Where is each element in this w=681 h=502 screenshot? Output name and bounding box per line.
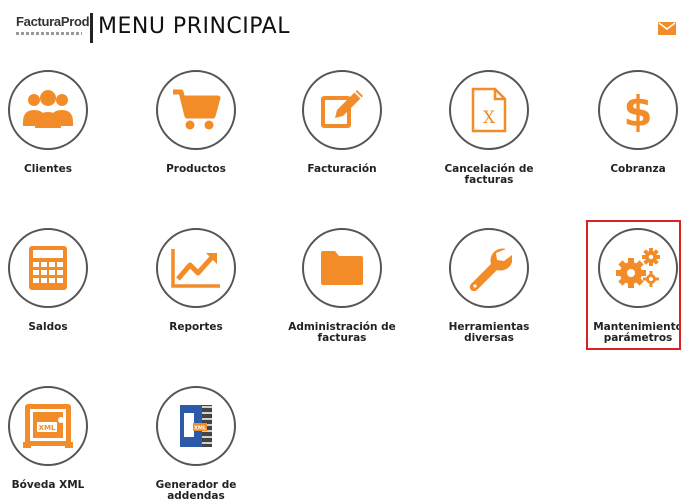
- xml-vault-icon: XML: [23, 404, 73, 448]
- menu-item-label: Saldos: [28, 321, 68, 333]
- edit-icon: [321, 90, 363, 128]
- menu-item-circle: $: [598, 70, 678, 150]
- menu-item-herramientas[interactable]: Herramientas diversas: [429, 228, 549, 346]
- addenda-generator-icon: XML: [180, 405, 212, 447]
- menu-item-circle: XML: [8, 386, 88, 466]
- svg-text:$: $: [623, 87, 652, 134]
- menu-item-facturacion[interactable]: Facturación: [282, 70, 402, 188]
- menu-item-label: Reportes: [169, 321, 223, 333]
- menu-item-cobranza[interactable]: $ Cobranza: [578, 70, 681, 188]
- menu-item-circle: [302, 70, 382, 150]
- menu-item-label: Generador de addendas: [155, 479, 237, 502]
- title-divider: [90, 13, 93, 43]
- cart-icon: [173, 89, 221, 130]
- logo-tagline: [16, 32, 82, 35]
- menu-item-cancelacion[interactable]: X Cancelación de facturas: [429, 70, 549, 188]
- users-icon: [23, 90, 73, 128]
- chart-icon: [171, 249, 220, 288]
- menu-item-circle: [156, 228, 236, 308]
- calculator-icon: [29, 246, 67, 290]
- logo-text: FacturaProd.: [16, 14, 93, 29]
- menu-item-label: Facturación: [307, 163, 377, 175]
- svg-text:XML: XML: [194, 426, 207, 432]
- menu-item-label: Herramientas diversas: [448, 321, 530, 344]
- header: FacturaProd. MENU PRINCIPAL: [0, 0, 681, 56]
- folder-icon: [321, 251, 363, 285]
- menu-item-circle: [449, 228, 529, 308]
- svg-text:X: X: [483, 108, 496, 128]
- mail-icon[interactable]: [658, 22, 676, 35]
- menu-item-administracion[interactable]: Administración de facturas: [282, 228, 402, 346]
- dollar-icon: $: [623, 87, 652, 134]
- menu-item-circle: [8, 228, 88, 308]
- app-logo[interactable]: FacturaProd.: [16, 14, 93, 42]
- menu-item-label: Bóveda XML: [11, 479, 85, 491]
- menu-item-circle: [8, 70, 88, 150]
- menu-item-generador-addendas[interactable]: XML Generador de addendas: [136, 386, 256, 502]
- menu-item-circle: XML: [156, 386, 236, 466]
- menu-item-label: Clientes: [24, 163, 72, 175]
- selected-highlight-frame: [586, 220, 681, 350]
- excel-file-icon: X: [471, 87, 507, 133]
- page-title: MENU PRINCIPAL: [98, 14, 290, 39]
- menu-item-label: Cancelación de facturas: [444, 163, 534, 186]
- menu-item-reportes[interactable]: Reportes: [136, 228, 256, 346]
- menu-item-saldos[interactable]: Saldos: [0, 228, 108, 346]
- menu-item-label: Administración de facturas: [288, 321, 396, 344]
- menu-item-label: Cobranza: [610, 163, 666, 175]
- menu-item-productos[interactable]: Productos: [136, 70, 256, 188]
- svg-text:XML: XML: [39, 424, 56, 432]
- menu-item-circle: X: [449, 70, 529, 150]
- menu-item-circle: [156, 70, 236, 150]
- menu-item-label: Productos: [166, 163, 226, 175]
- menu-item-boveda-xml[interactable]: XML Bóveda XML: [0, 386, 108, 500]
- wrench-icon: [469, 248, 512, 291]
- menu-item-circle: [302, 228, 382, 308]
- menu-item-clientes[interactable]: Clientes: [0, 70, 108, 188]
